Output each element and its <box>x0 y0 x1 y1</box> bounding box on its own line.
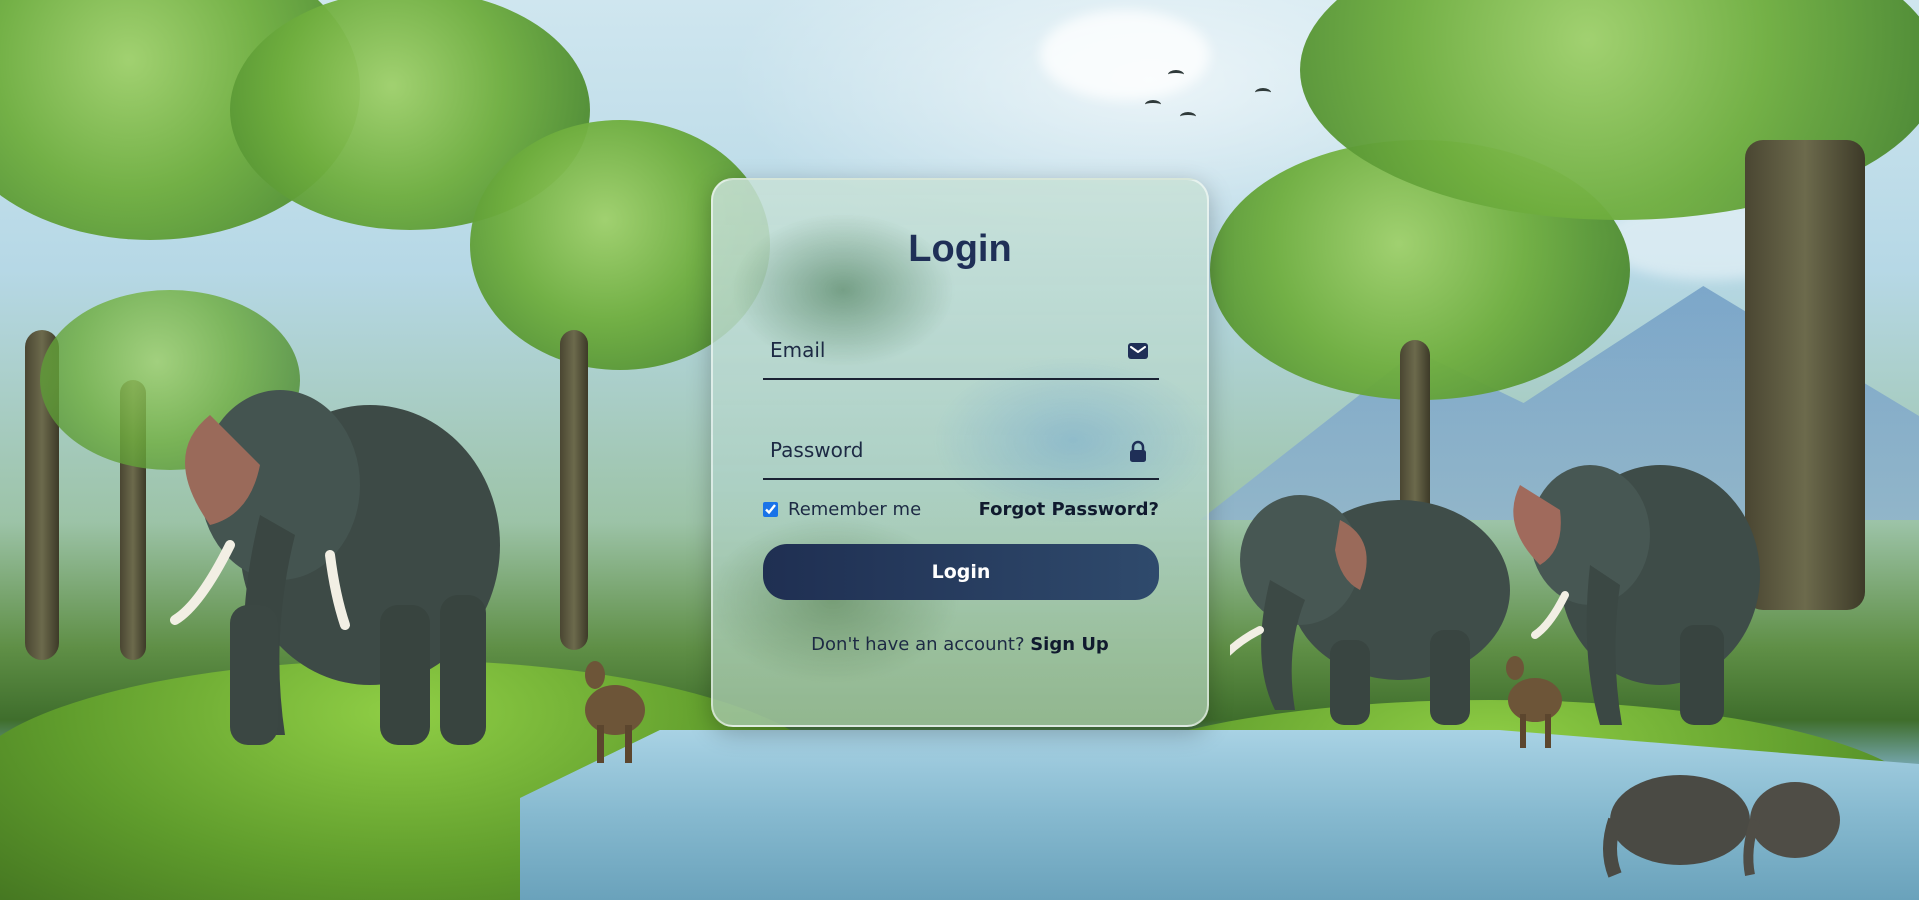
cloud <box>1040 10 1210 100</box>
email-field-wrapper <box>763 326 1159 380</box>
elephant-calves <box>1603 775 1840 878</box>
deer-right <box>1506 656 1562 748</box>
bird <box>1168 70 1184 79</box>
tree-trunk <box>560 330 588 650</box>
bird <box>1255 88 1271 97</box>
remember-me-label[interactable]: Remember me <box>788 499 921 520</box>
bird <box>1145 100 1161 109</box>
password-field-wrapper <box>763 426 1159 480</box>
password-input[interactable] <box>763 426 1103 474</box>
elephant-right <box>1230 495 1510 725</box>
elephant-large-left <box>170 390 500 745</box>
signup-row: Don't have an account? Sign Up <box>713 634 1207 655</box>
signup-prompt: Don't have an account? <box>811 634 1031 655</box>
remember-me-checkbox[interactable] <box>763 502 778 517</box>
envelope-icon <box>1127 340 1149 362</box>
login-button[interactable]: Login <box>763 544 1159 600</box>
signup-link[interactable]: Sign Up <box>1030 634 1109 655</box>
forgot-password-link[interactable]: Forgot Password? <box>979 499 1159 520</box>
login-title: Login <box>908 228 1012 270</box>
lock-icon <box>1127 440 1149 462</box>
email-input[interactable] <box>763 326 1103 374</box>
remember-row: Remember me Forgot Password? <box>763 498 1159 524</box>
login-card: Login Remember me Forgot Password? Login… <box>711 178 1209 727</box>
deer-left <box>585 661 645 763</box>
bird <box>1180 112 1196 121</box>
